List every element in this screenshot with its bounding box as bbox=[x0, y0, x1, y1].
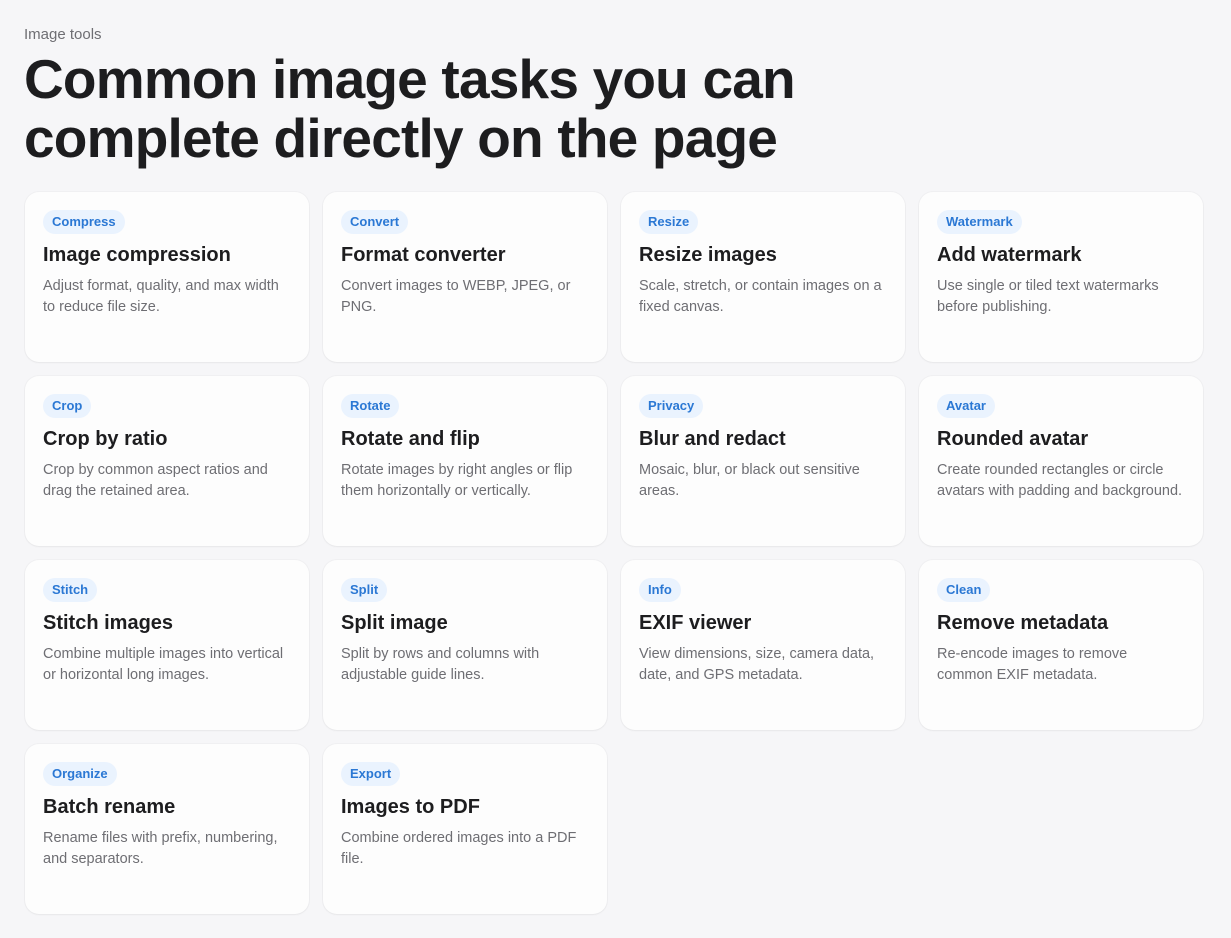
tool-title: Rotate and flip bbox=[341, 428, 480, 450]
tool-tag: Privacy bbox=[639, 394, 704, 418]
tool-description: Adjust format, quality, and max width to… bbox=[43, 278, 279, 315]
tool-description: Create rounded rectangles or circle avat… bbox=[937, 462, 1183, 499]
tool-description: Rename files with prefix, numbering, and… bbox=[43, 830, 278, 867]
tool-title: Stitch images bbox=[43, 612, 174, 634]
tool-title: Split image bbox=[341, 612, 448, 634]
tool-description: Mosaic, blur, or black out sensitive are… bbox=[639, 462, 860, 499]
tool-card-export[interactable]: Export Images to PDF Combine ordered ima… bbox=[323, 744, 607, 914]
tool-title: EXIF viewer bbox=[639, 612, 752, 634]
tool-description: Scale, stretch, or contain images on a f… bbox=[639, 278, 882, 315]
tool-title: Rounded avatar bbox=[937, 428, 1089, 450]
tool-card-rotate[interactable]: Rotate Rotate and flip Rotate images by … bbox=[323, 376, 607, 546]
tool-card-avatar[interactable]: Avatar Rounded avatar Create rounded rec… bbox=[919, 376, 1203, 546]
tool-title: Format converter bbox=[341, 244, 506, 266]
tool-description: Re-encode images to remove common EXIF m… bbox=[937, 646, 1128, 683]
tool-grid: Compress Image compression Adjust format… bbox=[25, 192, 1203, 914]
tool-card-stitch[interactable]: Stitch Stitch images Combine multiple im… bbox=[25, 560, 309, 730]
tool-title: Images to PDF bbox=[341, 796, 480, 818]
tool-title: Batch rename bbox=[43, 796, 176, 818]
tool-tag: Watermark bbox=[937, 210, 1022, 234]
tool-description: Split by rows and columns with adjustabl… bbox=[341, 646, 540, 683]
tool-tag: Crop bbox=[43, 394, 92, 418]
tool-card-resize[interactable]: Resize Resize images Scale, stretch, or … bbox=[621, 192, 905, 362]
page-title: Common image tasks you can complete dire… bbox=[24, 48, 796, 169]
tool-description: Combine ordered images into a PDF file. bbox=[341, 830, 577, 867]
tool-tag: Avatar bbox=[937, 394, 995, 418]
tool-title: Remove metadata bbox=[937, 612, 1109, 634]
tool-tag: Clean bbox=[937, 578, 991, 602]
tool-description: Convert images to WEBP, JPEG, or PNG. bbox=[341, 278, 571, 315]
tool-description: Use single or tiled text watermarks befo… bbox=[937, 278, 1159, 315]
tool-card-watermark[interactable]: Watermark Add watermark Use single or ti… bbox=[919, 192, 1203, 362]
tool-title: Image compression bbox=[43, 244, 231, 266]
tool-title: Blur and redact bbox=[639, 428, 786, 450]
tool-tag: Export bbox=[341, 762, 401, 786]
tool-tag: Info bbox=[639, 578, 681, 602]
tool-tag: Convert bbox=[341, 210, 409, 234]
tool-tag: Stitch bbox=[43, 578, 98, 602]
tool-card-organize[interactable]: Organize Batch rename Rename files with … bbox=[25, 744, 309, 914]
tool-tag: Organize bbox=[43, 762, 117, 786]
tool-card-privacy[interactable]: Privacy Blur and redact Mosaic, blur, or… bbox=[621, 376, 905, 546]
tool-title: Crop by ratio bbox=[43, 428, 168, 450]
tool-card-clean[interactable]: Clean Remove metadata Re-encode images t… bbox=[919, 560, 1203, 730]
tool-description: Combine multiple images into vertical or… bbox=[43, 646, 284, 683]
tool-card-compress[interactable]: Compress Image compression Adjust format… bbox=[25, 192, 309, 362]
tool-title: Add watermark bbox=[937, 244, 1082, 266]
tool-tag: Split bbox=[341, 578, 388, 602]
tool-tag: Rotate bbox=[341, 394, 400, 418]
tool-card-crop[interactable]: Crop Crop by ratio Crop by common aspect… bbox=[25, 376, 309, 546]
tool-description: Rotate images by right angles or flip th… bbox=[341, 462, 573, 499]
tool-card-split[interactable]: Split Split image Split by rows and colu… bbox=[323, 560, 607, 730]
tool-tag: Compress bbox=[43, 210, 125, 234]
section-eyebrow: Image tools bbox=[24, 26, 102, 43]
tool-description: Crop by common aspect ratios and drag th… bbox=[43, 462, 268, 499]
tool-card-info[interactable]: Info EXIF viewer View dimensions, size, … bbox=[621, 560, 905, 730]
tool-card-convert[interactable]: Convert Format converter Convert images … bbox=[323, 192, 607, 362]
tool-title: Resize images bbox=[639, 244, 777, 266]
tool-tag: Resize bbox=[639, 210, 699, 234]
tool-description: View dimensions, size, camera data, date… bbox=[639, 646, 875, 683]
